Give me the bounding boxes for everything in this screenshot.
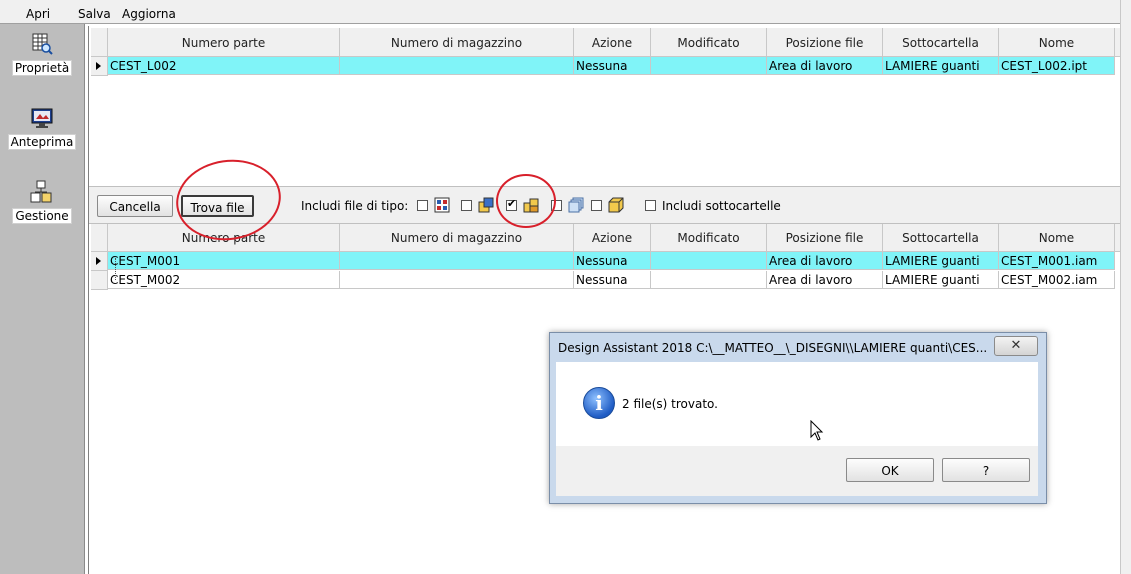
cell-name[interactable]: CEST_M002.iam — [999, 271, 1115, 289]
cell-stock-number[interactable] — [340, 57, 574, 75]
current-row-arrow-icon — [96, 257, 101, 265]
manage-icon — [30, 180, 54, 204]
cell-name[interactable]: CEST_M001.iam — [999, 252, 1115, 270]
dialog-footer: OK ? — [556, 446, 1038, 496]
ok-button[interactable]: OK — [846, 458, 934, 482]
tree-connector — [115, 258, 117, 280]
cancel-button[interactable]: Cancella — [97, 195, 173, 217]
col-header-modified[interactable]: Modificato — [651, 223, 767, 251]
cell-name[interactable]: CEST_L002.ipt — [999, 57, 1115, 75]
part-icon — [608, 197, 624, 213]
help-button[interactable]: ? — [942, 458, 1030, 482]
cell-action[interactable]: Nessuna — [574, 271, 651, 289]
cell-location[interactable]: Area di lavoro — [767, 271, 883, 289]
cell-part-number[interactable]: CEST_L002 — [108, 57, 340, 75]
cell-subfolder[interactable]: LAMIERE guanti — [883, 252, 999, 270]
col-header-stock-number[interactable]: Numero di magazzino — [340, 223, 574, 251]
filetype-presentation-checkbox[interactable] — [461, 200, 472, 211]
message-dialog: Design Assistant 2018 C:\__MATTEO__\_DIS… — [549, 332, 1047, 504]
window-right-edge — [1120, 0, 1131, 574]
main-toolbar: Apri Salva Aggiorna — [0, 0, 1131, 24]
include-subfolders-label: Includi sottocartelle — [662, 199, 781, 213]
table-row[interactable]: CEST_M001 Nessuna Area di lavoro LAMIERE… — [91, 252, 1121, 271]
cell-part-number[interactable]: CEST_M001 — [108, 252, 340, 270]
cell-modified[interactable] — [651, 271, 767, 289]
cell-stock-number[interactable] — [340, 271, 574, 289]
col-header-action[interactable]: Azione — [574, 28, 651, 56]
annotation-circle-assembly-filter — [496, 174, 556, 228]
include-subfolders-checkbox[interactable] — [645, 200, 656, 211]
col-header-location[interactable]: Posizione file — [767, 223, 883, 251]
col-header-location[interactable]: Posizione file — [767, 28, 883, 56]
table-row[interactable]: CEST_L002 Nessuna Area di lavoro LAMIERE… — [91, 57, 1121, 76]
row-indicator — [91, 271, 108, 290]
col-header-name[interactable]: Nome — [999, 28, 1115, 56]
drawing-icon — [434, 197, 450, 213]
col-header-stock-number[interactable]: Numero di magazzino — [340, 28, 574, 56]
dialog-message: 2 file(s) trovato. — [622, 397, 718, 411]
cell-location[interactable]: Area di lavoro — [767, 57, 883, 75]
cell-location[interactable]: Area di lavoro — [767, 252, 883, 270]
sheetmetal-icon — [568, 197, 584, 213]
row-indicator — [91, 252, 108, 271]
cell-subfolder[interactable]: LAMIERE guanti — [883, 57, 999, 75]
info-icon: i — [583, 387, 615, 419]
presentation-icon — [478, 197, 494, 213]
filetype-drawing-checkbox[interactable] — [417, 200, 428, 211]
col-header-part-number[interactable]: Numero parte — [108, 28, 340, 56]
col-header-subfolder[interactable]: Sottocartella — [883, 223, 999, 251]
col-header-action[interactable]: Azione — [574, 223, 651, 251]
cell-modified[interactable] — [651, 252, 767, 270]
cell-part-number[interactable]: CEST_M002 — [108, 271, 340, 289]
col-header-name[interactable]: Nome — [999, 223, 1115, 251]
sidebar-item-label: Anteprima — [7, 134, 77, 150]
dialog-body: i 2 file(s) trovato. — [556, 362, 1038, 446]
cell-action[interactable]: Nessuna — [574, 252, 651, 270]
col-header-subfolder[interactable]: Sottocartella — [883, 28, 999, 56]
refresh-button[interactable]: Aggiorna — [122, 7, 176, 21]
sidebar-item-label: Gestione — [12, 208, 72, 224]
cell-modified[interactable] — [651, 57, 767, 75]
row-indicator-header — [91, 28, 108, 56]
toolbar-divider — [0, 23, 1131, 24]
table-row[interactable]: CEST_M002 Nessuna Area di lavoro LAMIERE… — [91, 271, 1121, 290]
current-row-arrow-icon — [96, 62, 101, 70]
sidebar-item-properties[interactable]: Proprietà — [0, 32, 84, 76]
dialog-title: Design Assistant 2018 C:\__MATTEO__\_DIS… — [558, 341, 988, 355]
dialog-close-button[interactable]: ✕ — [994, 336, 1038, 356]
sidebar-item-manage[interactable]: Gestione — [0, 180, 84, 224]
preview-icon — [30, 106, 54, 130]
sidebar-item-label: Proprietà — [11, 60, 73, 76]
save-button[interactable]: Salva — [78, 7, 111, 21]
row-indicator — [91, 57, 108, 76]
cell-subfolder[interactable]: LAMIERE guanti — [883, 271, 999, 289]
sidebar-item-preview[interactable]: Anteprima — [0, 106, 84, 150]
properties-icon — [30, 32, 54, 56]
col-header-modified[interactable]: Modificato — [651, 28, 767, 56]
mouse-cursor-icon — [810, 420, 824, 441]
open-button[interactable]: Apri — [26, 7, 50, 21]
sidebar: Proprietà Anteprima Gestione — [0, 24, 85, 574]
row-indicator-header — [91, 223, 108, 251]
top-grid-header: Numero parte Numero di magazzino Azione … — [91, 28, 1121, 57]
filetype-part-checkbox[interactable] — [591, 200, 602, 211]
cell-action[interactable]: Nessuna — [574, 57, 651, 75]
include-types-label: Includi file di tipo: — [301, 199, 409, 213]
cell-stock-number[interactable] — [340, 252, 574, 270]
